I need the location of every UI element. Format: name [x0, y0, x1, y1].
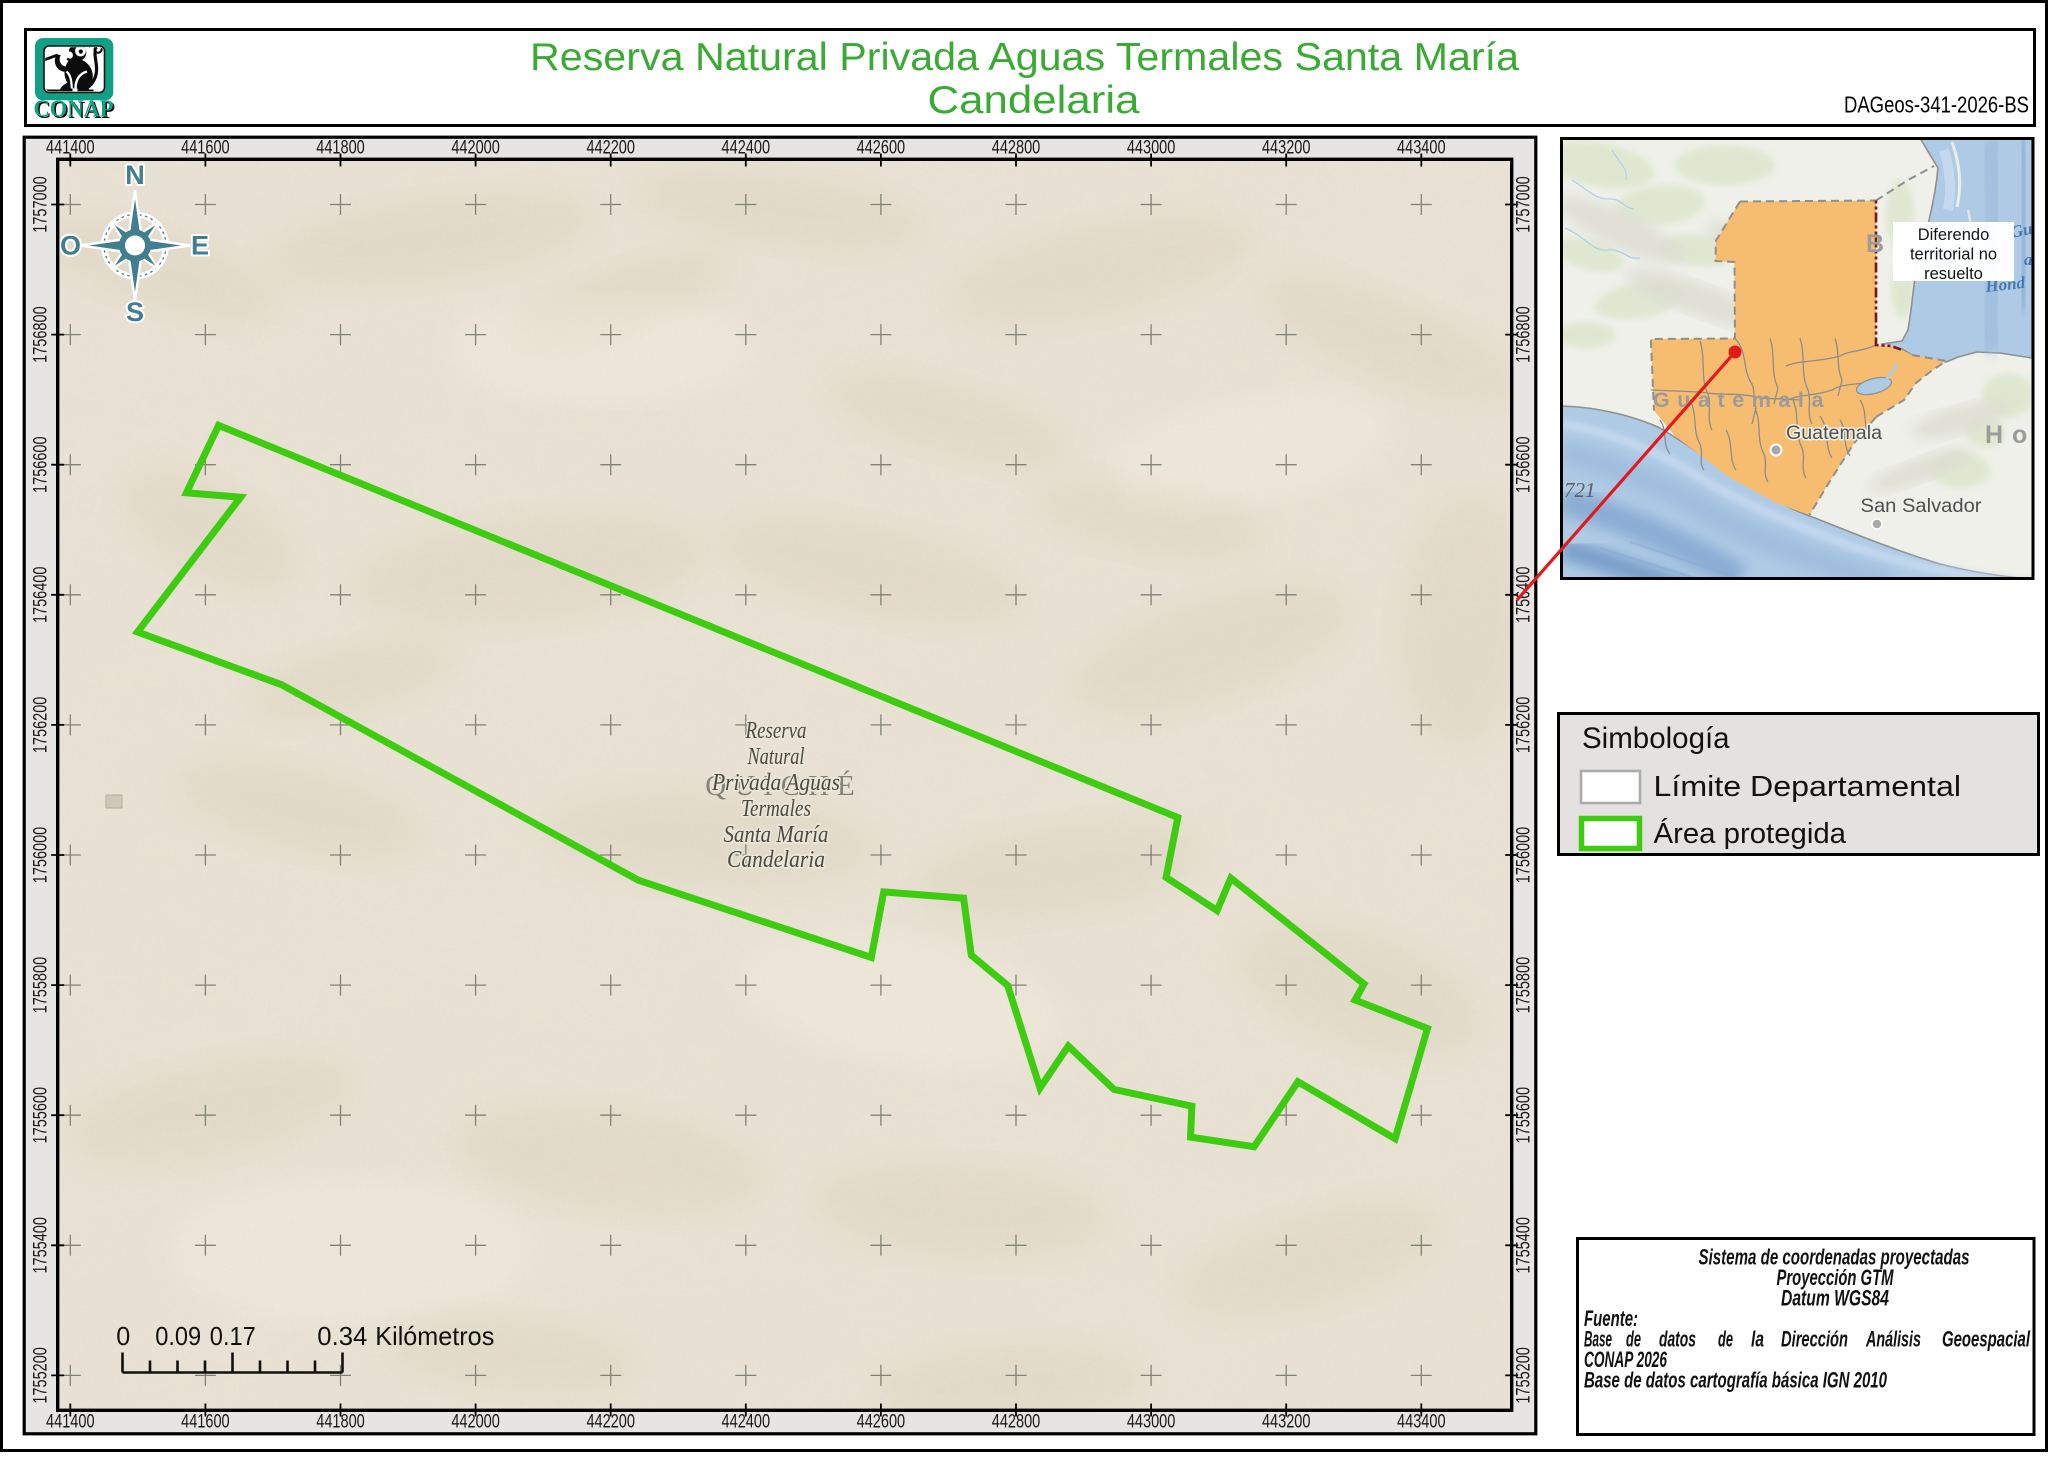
svg-text:443400: 443400 — [1397, 1412, 1446, 1433]
svg-text:San Salvador: San Salvador — [1861, 495, 1983, 517]
svg-text:442600: 442600 — [857, 138, 906, 159]
svg-text:1756800: 1756800 — [1514, 306, 1535, 363]
svg-text:Santa María: Santa María — [724, 821, 829, 848]
svg-text:N: N — [125, 160, 145, 190]
svg-text:1755200: 1755200 — [1514, 1347, 1535, 1404]
svg-text:Geoespacial: Geoespacial — [1942, 1327, 2031, 1352]
svg-text:territorial no: territorial no — [1910, 246, 1997, 264]
svg-text:Candelaria: Candelaria — [727, 846, 825, 873]
svg-text:1756000: 1756000 — [1514, 827, 1535, 884]
svg-text:1756600: 1756600 — [1514, 436, 1535, 493]
svg-text:442800: 442800 — [992, 1412, 1041, 1433]
svg-text:S: S — [126, 297, 144, 327]
svg-text:1755600: 1755600 — [31, 1087, 52, 1144]
svg-text:Límite Departamental: Límite Departamental — [1654, 771, 1962, 803]
svg-text:0.09: 0.09 — [155, 1321, 201, 1351]
svg-text:443400: 443400 — [1397, 138, 1446, 159]
svg-text:1755800: 1755800 — [31, 957, 52, 1014]
svg-text:1756000: 1756000 — [31, 827, 52, 884]
svg-text:441600: 441600 — [181, 138, 230, 159]
svg-text:1756400: 1756400 — [31, 567, 52, 624]
svg-text:442200: 442200 — [586, 138, 635, 159]
svg-text:442400: 442400 — [722, 1412, 771, 1433]
svg-text:442000: 442000 — [451, 1412, 500, 1433]
svg-text:la: la — [1751, 1327, 1764, 1352]
svg-text:441400: 441400 — [46, 138, 95, 159]
svg-text:CONAP: CONAP — [34, 97, 114, 123]
svg-text:Área protegida: Área protegida — [1654, 817, 1847, 850]
svg-text:1755800: 1755800 — [1514, 957, 1535, 1014]
svg-text:O: O — [60, 231, 81, 261]
svg-text:1755200: 1755200 — [31, 1347, 52, 1404]
svg-text:Termales: Termales — [741, 795, 811, 822]
svg-text:B: B — [1866, 230, 1884, 258]
svg-text:resuelto: resuelto — [1924, 265, 1983, 283]
svg-text:1756400: 1756400 — [1514, 567, 1535, 624]
svg-text:1757000: 1757000 — [31, 176, 52, 233]
svg-text:1756200: 1756200 — [1514, 697, 1535, 754]
svg-text:442400: 442400 — [722, 138, 771, 159]
svg-text:Guatemala: Guatemala — [1653, 388, 1831, 412]
svg-text:441800: 441800 — [316, 138, 365, 159]
svg-text:441600: 441600 — [181, 1412, 230, 1433]
svg-text:Base de datos cartografía bási: Base de datos cartografía básica IGN 201… — [1584, 1368, 1888, 1393]
svg-text:442800: 442800 — [992, 138, 1041, 159]
svg-text:1755400: 1755400 — [31, 1217, 52, 1274]
svg-text:443000: 443000 — [1127, 138, 1176, 159]
svg-text:Diferendo: Diferendo — [1918, 226, 1990, 244]
svg-text:Análisis: Análisis — [1865, 1327, 1921, 1352]
svg-text:443200: 443200 — [1262, 1412, 1311, 1433]
svg-text:Candelaria: Candelaria — [928, 79, 1140, 122]
svg-text:1756200: 1756200 — [31, 697, 52, 754]
svg-text:0: 0 — [116, 1321, 130, 1351]
svg-text:E: E — [191, 231, 209, 261]
svg-text:443200: 443200 — [1262, 138, 1311, 159]
svg-text:DAGeos-341-2026-BS: DAGeos-341-2026-BS — [1844, 92, 2029, 118]
svg-text:1757000: 1757000 — [1514, 176, 1535, 233]
svg-text:1755400: 1755400 — [1514, 1217, 1535, 1274]
svg-text:Privada Aguas: Privada Aguas — [711, 769, 840, 796]
svg-text:Reserva Natural Privada Aguas: Reserva Natural Privada Aguas Termales S… — [530, 36, 1519, 79]
svg-text:Ho: Ho — [1985, 421, 2036, 449]
svg-text:1756800: 1756800 — [31, 306, 52, 363]
svg-text:Kilómetros: Kilómetros — [375, 1321, 494, 1351]
svg-text:443000: 443000 — [1127, 1412, 1176, 1433]
svg-text:442200: 442200 — [586, 1412, 635, 1433]
svg-text:721: 721 — [1564, 478, 1596, 502]
svg-text:Guatemala: Guatemala — [1786, 422, 1882, 444]
svg-text:Datum WGS84: Datum WGS84 — [1781, 1286, 1889, 1311]
svg-text:1755600: 1755600 — [1514, 1087, 1535, 1144]
svg-text:Natural: Natural — [747, 743, 805, 770]
svg-text:1756600: 1756600 — [31, 436, 52, 493]
svg-text:Dirección: Dirección — [1781, 1327, 1848, 1352]
svg-text:441400: 441400 — [46, 1412, 95, 1433]
svg-text:Simbología: Simbología — [1582, 722, 1730, 755]
svg-text:0.17: 0.17 — [210, 1321, 256, 1351]
svg-text:441800: 441800 — [316, 1412, 365, 1433]
svg-text:442600: 442600 — [857, 1412, 906, 1433]
svg-text:0.34: 0.34 — [317, 1321, 367, 1351]
svg-text:Reserva: Reserva — [745, 717, 807, 744]
svg-text:de: de — [1718, 1327, 1733, 1352]
svg-text:442000: 442000 — [451, 138, 500, 159]
